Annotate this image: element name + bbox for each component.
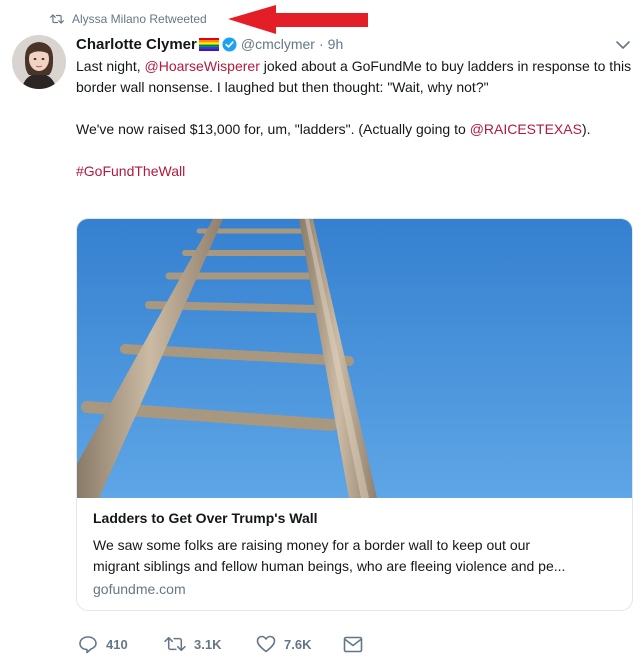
tweet-text: Last night, @HoarseWisperer joked about … [76,56,636,182]
author-name[interactable]: Charlotte Clymer [76,36,197,53]
like-button[interactable]: 7.6K [256,633,311,655]
ladder-image [77,219,632,498]
avatar-image [12,35,66,89]
annotation-arrow-icon [228,5,368,34]
mention-link[interactable]: @RAICESTEXAS [470,121,582,137]
tweet-paragraph-2: We've now raised $13,000 for, um, "ladde… [76,121,591,137]
separator-dot: · [318,36,324,52]
retweet-count: 3.1K [194,636,222,652]
tweet-header: Charlotte Clymer @cmclymer · 9h [76,34,343,54]
retweet-context[interactable]: Alyssa Milano Retweeted [50,10,207,28]
card-title[interactable]: Ladders to Get Over Trump's Wall [93,510,318,526]
mention-link[interactable]: @HoarseWisperer [145,58,260,74]
card-domain[interactable]: gofundme.com [93,581,186,597]
chevron-down-icon[interactable] [614,38,632,52]
retweet-button[interactable]: 3.1K [164,633,221,655]
retweet-icon [164,635,186,653]
hashtag-link[interactable]: #GoFundTheWall [76,163,185,179]
author-handle[interactable]: @cmclymer [241,36,315,52]
reply-count: 410 [106,636,128,652]
retweet-icon [50,13,64,25]
tweet-paragraph-1: Last night, @HoarseWisperer joked about … [76,58,632,95]
reply-icon [78,635,98,654]
reply-button[interactable]: 410 [78,633,128,655]
link-card[interactable]: Ladders to Get Over Trump's Wall We saw … [76,218,633,611]
card-description: We saw some folks are raising money for … [93,537,566,574]
direct-message-button[interactable] [343,633,363,655]
like-count: 7.6K [284,636,312,652]
rainbow-flag-icon [198,37,219,51]
avatar[interactable] [12,35,66,89]
tweet-time[interactable]: 9h [328,36,344,52]
like-icon [256,635,276,653]
verified-icon [222,36,237,52]
retweet-label: Alyssa Milano Retweeted [72,12,207,26]
dm-icon [343,636,363,653]
